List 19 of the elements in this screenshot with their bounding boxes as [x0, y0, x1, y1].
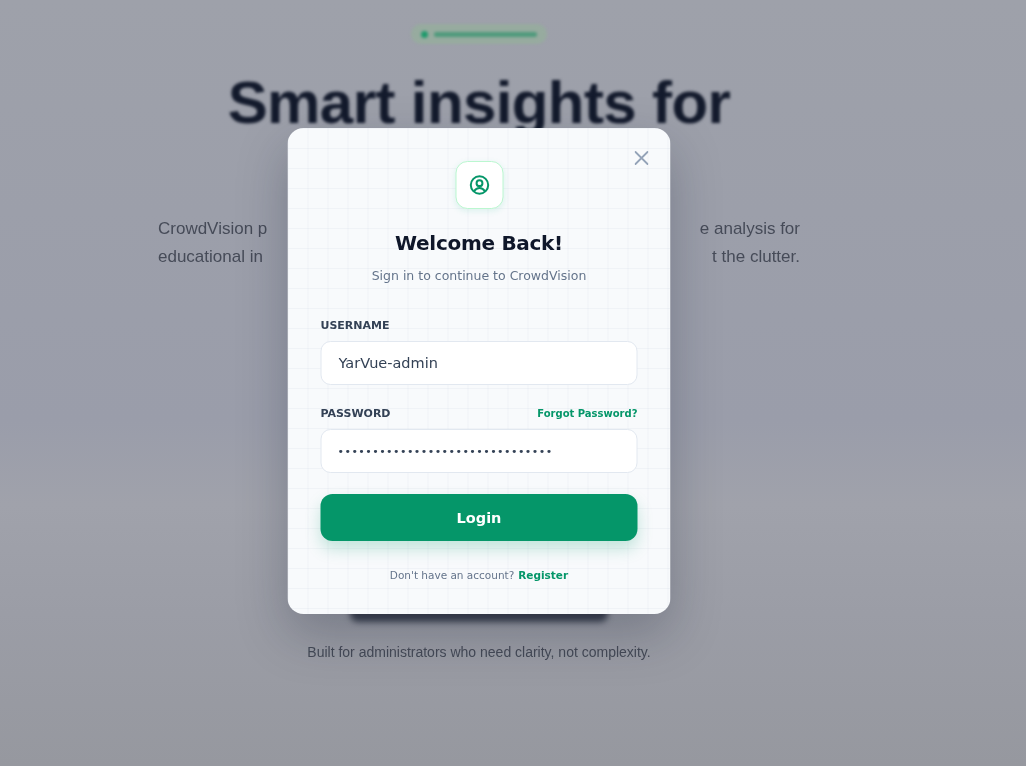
login-button[interactable]: Login [320, 494, 638, 541]
password-field[interactable]: ••••••••••••••••••••••••••••••• [320, 429, 638, 473]
dialog-title: Welcome Back! [394, 230, 564, 257]
hero-headline: Smart insights for [227, 75, 731, 131]
user-circle-icon [468, 174, 490, 196]
field-label: USERNAME [320, 318, 390, 334]
close-icon [634, 151, 649, 165]
register-link[interactable]: Register [518, 567, 569, 583]
section-subtitle: Built for administrators who need clarity, not complexity. [307, 643, 651, 661]
intro-text: CrowdVision p [158, 218, 268, 240]
field-label: PASSWORD [320, 406, 391, 422]
intro-text: educational in [158, 246, 263, 268]
intro-text: t the clutter. [712, 246, 800, 268]
forgot-password-link[interactable]: Forgot Password? [537, 406, 638, 422]
account-prompt: Don't have an account? [389, 568, 515, 583]
intro-text: e analysis for [699, 218, 800, 240]
close-button[interactable] [634, 151, 649, 165]
dialog-subtitle: Sign in to continue to CrowdVision [370, 267, 588, 285]
username-field[interactable]: YarVue-admin [320, 341, 638, 385]
